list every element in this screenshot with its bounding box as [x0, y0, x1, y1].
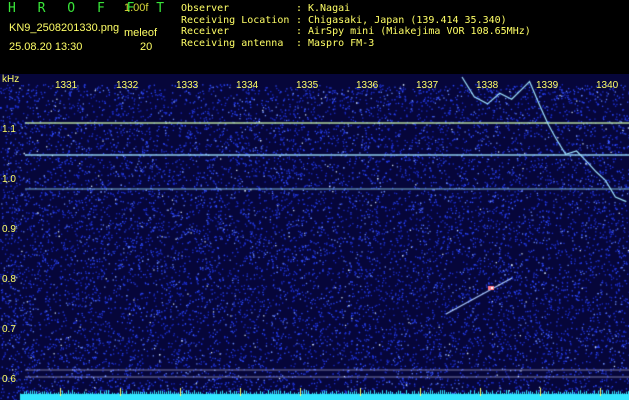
x-tick-label: 1339	[536, 80, 559, 91]
x-tick-label: 1337	[416, 80, 439, 91]
app-version: 1.00f	[124, 2, 149, 14]
image-filename: KN9_2508201330.png	[9, 22, 120, 34]
y-tick-label: 1.1	[2, 124, 16, 135]
info-row-observer: Observer: K.Nagai	[181, 3, 351, 14]
info-row-receiver: Receiver: AirSpy mini (Miakejima VOR 108.…	[181, 26, 531, 37]
y-tick-label: 0.6	[2, 374, 16, 385]
capture-timestamp: 25.08.20 13:30	[9, 41, 83, 53]
info-row-location: Receiving Location: Chigasaki, Japan (139…	[181, 14, 507, 26]
y-tick-label: 1.0	[2, 174, 16, 185]
x-tick-label: 1332	[116, 80, 139, 91]
info-row-antenna: Receiving antenna: Maspro FM-3	[181, 37, 375, 49]
x-tick-label: 1340	[596, 80, 619, 91]
y-tick-label: 0.7	[2, 324, 16, 335]
x-tick-label: 1338	[476, 80, 499, 91]
header-panel: H R O F F T 1.00f KN9_2508201330.png mel…	[0, 0, 629, 74]
y-axis-unit-label: kHz	[2, 74, 20, 85]
x-tick-label: 1336	[356, 80, 379, 91]
meteor-field-value: 20	[140, 41, 153, 53]
x-tick-label: 1335	[296, 80, 319, 91]
y-tick-label: 0.9	[2, 224, 16, 235]
x-tick-label: 1331	[55, 80, 78, 91]
station-info: Observer: K.Nagai Receiving Location: Chig…	[181, 3, 531, 49]
x-tick-label: 1334	[236, 80, 259, 91]
y-tick-label: 0.8	[2, 274, 16, 285]
spectrogram-canvas	[0, 74, 629, 400]
meteor-field-header: meleof	[124, 27, 158, 39]
x-tick-label: 1333	[176, 80, 199, 91]
